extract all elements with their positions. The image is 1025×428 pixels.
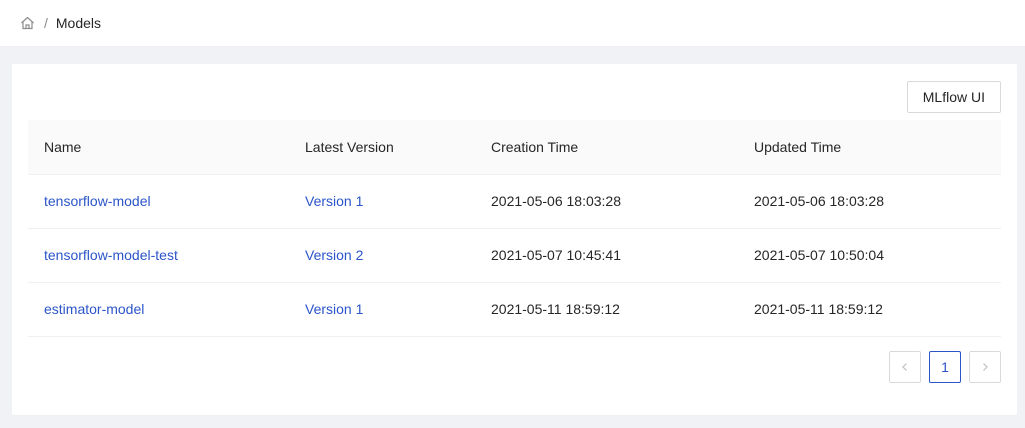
- home-icon[interactable]: [19, 15, 35, 31]
- model-version-link[interactable]: Version 2: [305, 247, 363, 263]
- pagination-page-1[interactable]: 1: [929, 351, 961, 383]
- column-header-name: Name: [28, 120, 289, 175]
- models-table: Name Latest Version Creation Time Update…: [28, 120, 1001, 337]
- breadcrumb-separator: /: [44, 15, 48, 31]
- model-version-link[interactable]: Version 1: [305, 193, 363, 209]
- breadcrumb: / Models: [19, 13, 101, 33]
- column-header-updated-time: Updated Time: [738, 120, 1001, 175]
- pagination-prev-button[interactable]: [889, 351, 921, 383]
- table-row: estimator-model Version 1 2021-05-11 18:…: [28, 282, 1001, 337]
- table-row: tensorflow-model Version 1 2021-05-06 18…: [28, 174, 1001, 229]
- top-bar: / Models: [0, 0, 1025, 46]
- creation-time-cell: 2021-05-06 18:03:28: [475, 174, 738, 229]
- pagination-next-button[interactable]: [969, 351, 1001, 383]
- updated-time-cell: 2021-05-07 10:50:04: [738, 228, 1001, 283]
- chevron-right-icon: [983, 363, 988, 371]
- model-name-link[interactable]: tensorflow-model: [44, 193, 151, 209]
- creation-time-cell: 2021-05-11 18:59:12: [475, 282, 738, 337]
- updated-time-cell: 2021-05-11 18:59:12: [738, 282, 1001, 337]
- column-header-latest-version: Latest Version: [289, 120, 475, 175]
- column-header-creation-time: Creation Time: [475, 120, 738, 175]
- model-name-link[interactable]: estimator-model: [44, 301, 144, 317]
- creation-time-cell: 2021-05-07 10:45:41: [475, 228, 738, 283]
- chevron-left-icon: [902, 363, 907, 371]
- models-card: MLflow UI Name Latest Version Creation T…: [12, 64, 1017, 415]
- model-name-link[interactable]: tensorflow-model-test: [44, 247, 178, 263]
- model-version-link[interactable]: Version 1: [305, 301, 363, 317]
- table-row: tensorflow-model-test Version 2 2021-05-…: [28, 228, 1001, 283]
- mlflow-ui-button[interactable]: MLflow UI: [906, 81, 1001, 113]
- updated-time-cell: 2021-05-06 18:03:28: [738, 174, 1001, 229]
- breadcrumb-current: Models: [55, 15, 102, 31]
- table-header-row: Name Latest Version Creation Time Update…: [28, 120, 1001, 175]
- pagination: 1: [889, 351, 1001, 383]
